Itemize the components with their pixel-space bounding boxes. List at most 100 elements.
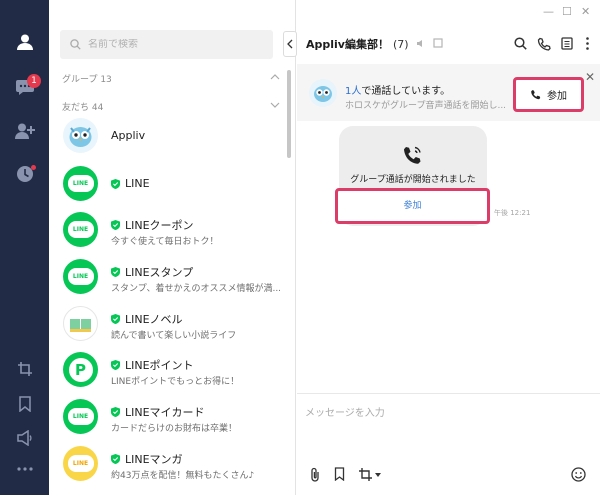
attach-icon[interactable] xyxy=(309,467,321,482)
screenshot-icon[interactable] xyxy=(358,467,374,482)
groups-section-label: グループ 13 xyxy=(62,75,112,85)
list-scrollbar[interactable] xyxy=(287,70,291,158)
search-icon[interactable] xyxy=(514,37,527,50)
friend-row-line-mycard[interactable]: LINE LINEマイカード カードだらけのお財布は卒業！ xyxy=(63,399,283,443)
line-logo-icon: LINE xyxy=(67,408,94,425)
window-close-button[interactable]: ✕ xyxy=(581,5,590,18)
friend-row-line-point[interactable]: P LINEポイント LINEポイントでもっとお得に！ xyxy=(63,352,283,396)
official-shield-icon xyxy=(111,360,120,370)
member-count: (7) xyxy=(392,38,409,51)
avatar: LINE xyxy=(63,212,98,247)
friend-name: LINEマンガ xyxy=(111,451,183,467)
friend-name: Appliv xyxy=(111,129,146,142)
friend-row-line[interactable]: LINE LINE xyxy=(63,166,283,210)
official-shield-icon xyxy=(111,220,120,230)
line-logo-icon: LINE xyxy=(67,455,94,472)
nav-rail: 1 xyxy=(0,0,49,495)
friend-name: LINEポイント xyxy=(111,357,194,373)
friend-row-line-stamp[interactable]: LINE LINEスタンプ スタンプ、着せかえのオススメ情報が満... xyxy=(63,259,283,303)
search-icon xyxy=(70,39,81,50)
search-box[interactable] xyxy=(60,30,273,59)
crop-icon xyxy=(17,362,32,376)
friend-name: LINEクーポン xyxy=(111,217,194,233)
notes-icon[interactable] xyxy=(561,37,573,50)
call-detail: ホロスケがグループ音声通話を開始し... xyxy=(345,101,507,111)
avatar: LINE xyxy=(63,446,98,481)
close-call-bar-button[interactable]: ✕ xyxy=(585,70,595,84)
minimize-button[interactable]: — xyxy=(543,5,554,18)
avatar xyxy=(63,118,98,153)
message-timestamp: 午後 12:21 xyxy=(494,209,531,217)
nav-add-friend[interactable] xyxy=(0,114,49,148)
avatar xyxy=(63,306,98,341)
owl-mascot-icon xyxy=(314,86,332,102)
friend-row-appliv[interactable]: Appliv xyxy=(63,118,283,162)
chevron-down-icon xyxy=(270,102,280,108)
friend-name: LINEマイカード xyxy=(111,404,205,420)
keep-icon[interactable] xyxy=(334,467,345,481)
friend-name: LINEノベル xyxy=(111,311,183,327)
official-shield-icon xyxy=(111,407,120,417)
call-icon[interactable] xyxy=(537,37,551,51)
avatar: LINE xyxy=(63,166,98,201)
friends-section-label: 友だち 44 xyxy=(62,103,104,113)
friend-status-message: スタンプ、着せかえのオススメ情報が満... xyxy=(111,284,282,294)
search-input[interactable] xyxy=(88,39,258,50)
official-shield-icon xyxy=(111,454,120,464)
avatar: LINE xyxy=(63,259,98,294)
nav-announcements[interactable] xyxy=(0,421,49,455)
notification-dot xyxy=(31,165,36,170)
friend-row-line-manga[interactable]: LINE LINEマンガ 約43万点を配信！無料もたくさん♪ xyxy=(63,446,283,490)
friend-status-message: 今すぐ使えて毎日おトク！ xyxy=(111,237,219,247)
chat-title: Appliv編集部！ (7) xyxy=(306,36,443,52)
bookmark-icon xyxy=(18,396,31,412)
line-logo-icon: LINE xyxy=(67,221,94,238)
nav-timeline[interactable] xyxy=(0,157,49,191)
note-icon xyxy=(433,38,443,48)
line-logo-icon: LINE xyxy=(67,175,94,192)
speaker-icon xyxy=(16,430,32,446)
unread-badge: 1 xyxy=(27,74,41,88)
chat-room-name: Appliv編集部！ xyxy=(306,38,389,51)
message-input-area xyxy=(297,393,600,495)
owl-mascot-icon xyxy=(69,127,92,147)
maximize-button[interactable]: ☐ xyxy=(562,5,572,18)
point-logo-icon: P xyxy=(68,357,93,382)
friend-row-line-novel[interactable]: LINEノベル 読んで書いて楽しい小説ライフ xyxy=(63,306,283,350)
book-icon xyxy=(70,319,91,332)
join-call-button[interactable]: 参加 xyxy=(513,77,584,112)
phone-ringing-icon xyxy=(404,146,421,164)
official-shield-icon xyxy=(111,267,120,277)
friend-name: LINEスタンプ xyxy=(111,264,193,280)
nav-screenshot[interactable] xyxy=(0,352,49,386)
chevron-up-icon xyxy=(270,74,280,80)
friend-list-panel: グループ 13 友だち 44 Appliv LINE LINE LINE xyxy=(49,0,296,495)
friend-status-message: カードだらけのお財布は卒業！ xyxy=(111,424,238,434)
nav-chats[interactable]: 1 xyxy=(0,70,49,104)
more-icon xyxy=(16,467,33,471)
join-from-message-button[interactable]: 参加 xyxy=(335,188,490,224)
menu-icon[interactable] xyxy=(586,37,589,50)
nav-friends[interactable] xyxy=(0,25,49,59)
nav-more[interactable] xyxy=(0,452,49,486)
collapse-list-button[interactable] xyxy=(283,31,297,57)
friend-status-message: 読んで書いて楽しい小説ライフ xyxy=(111,331,237,341)
friend-status-message: LINEポイントでもっとお得に！ xyxy=(111,377,240,387)
chevron-left-icon xyxy=(287,39,293,49)
chat-panel: — ☐ ✕ Appliv編集部！ (7) 1人で通話しています。 ホロスケがグルー… xyxy=(297,0,600,495)
caller-avatar xyxy=(309,79,337,107)
person-icon xyxy=(16,34,33,50)
participant-count-link[interactable]: 1人 xyxy=(345,86,361,97)
friends-section-header[interactable]: 友だち 44 xyxy=(62,100,280,114)
emoji-icon[interactable] xyxy=(571,467,586,482)
avatar: P xyxy=(63,352,98,387)
message-input[interactable] xyxy=(305,404,590,449)
friend-row-line-coupon[interactable]: LINE LINEクーポン 今すぐ使えて毎日おトク！ xyxy=(63,212,283,256)
friend-name: LINE xyxy=(111,177,150,190)
add-person-icon xyxy=(14,123,35,139)
groups-section-header[interactable]: グループ 13 xyxy=(62,72,280,86)
ongoing-call-bar: 1人で通話しています。 ホロスケがグループ音声通話を開始し... 参加 ✕ xyxy=(297,64,600,121)
mute-icon xyxy=(417,40,423,47)
dropdown-arrow-icon[interactable] xyxy=(375,473,381,477)
nav-keep[interactable] xyxy=(0,387,49,421)
